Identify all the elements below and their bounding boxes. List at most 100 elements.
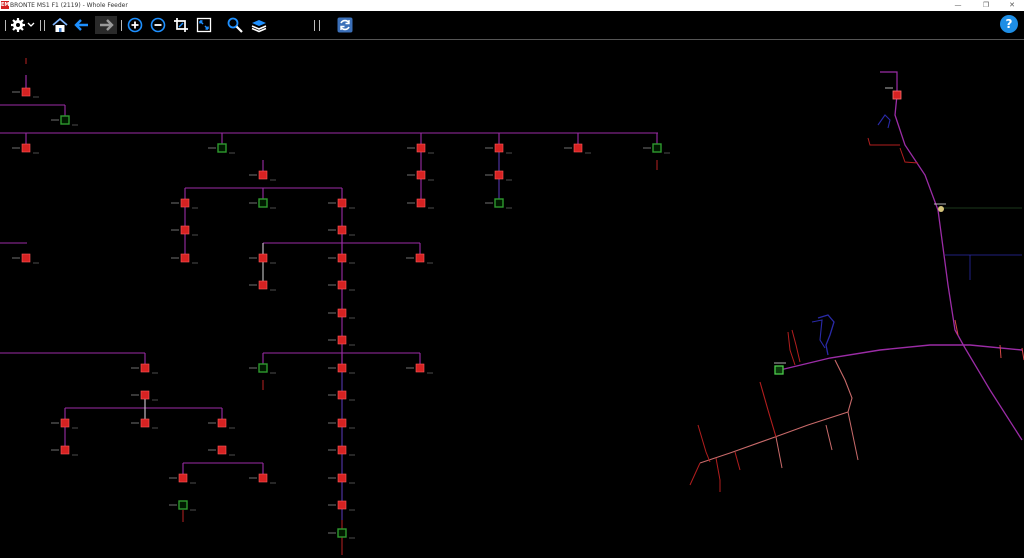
toolbar: ? bbox=[0, 11, 1024, 40]
switch-open-symbol[interactable] bbox=[494, 198, 504, 208]
switch-closed-symbol[interactable] bbox=[415, 253, 425, 263]
switch-open-symbol[interactable] bbox=[652, 143, 662, 153]
arrow-left-icon bbox=[74, 19, 88, 31]
switch-open-symbol[interactable] bbox=[178, 500, 188, 510]
switch-closed-symbol[interactable] bbox=[416, 170, 426, 180]
switch-closed-symbol[interactable] bbox=[494, 170, 504, 180]
home-icon bbox=[52, 17, 68, 32]
zoom-out-button[interactable] bbox=[149, 16, 167, 34]
switch-closed-symbol[interactable] bbox=[180, 198, 190, 208]
gear-icon bbox=[11, 18, 35, 32]
zoom-in-icon bbox=[127, 17, 143, 33]
switch-closed-symbol[interactable] bbox=[140, 390, 150, 400]
switch-closed-symbol[interactable] bbox=[573, 143, 583, 153]
minimize-button[interactable]: — bbox=[944, 0, 972, 11]
switch-closed-symbol[interactable] bbox=[337, 500, 347, 510]
maximize-button[interactable]: ❐ bbox=[972, 0, 1000, 11]
switch-closed-symbol[interactable] bbox=[337, 418, 347, 428]
switch-open-symbol[interactable] bbox=[258, 363, 268, 373]
map-line bbox=[759, 381, 777, 438]
refresh-icon bbox=[337, 17, 353, 33]
switch-closed-symbol[interactable] bbox=[337, 308, 347, 318]
map-line bbox=[894, 94, 966, 349]
switch-closed-symbol[interactable] bbox=[21, 253, 31, 263]
switch-closed-symbol[interactable] bbox=[180, 225, 190, 235]
switch-open-symbol[interactable] bbox=[258, 198, 268, 208]
map-line bbox=[877, 114, 891, 129]
crop-button[interactable] bbox=[172, 16, 190, 34]
switch-closed-symbol[interactable] bbox=[217, 445, 227, 455]
map-line bbox=[689, 462, 701, 486]
map-line bbox=[775, 436, 783, 469]
map-line bbox=[779, 344, 1023, 371]
forward-button[interactable] bbox=[95, 16, 117, 34]
toolbar-separator bbox=[121, 20, 122, 31]
app-icon: EMS bbox=[1, 1, 13, 9]
close-button[interactable]: ✕ bbox=[998, 0, 1024, 11]
refresh-button[interactable] bbox=[336, 16, 354, 34]
map-switch-open-symbol[interactable] bbox=[774, 365, 784, 375]
switch-closed-symbol[interactable] bbox=[258, 473, 268, 483]
map-line bbox=[867, 137, 900, 146]
switch-closed-symbol[interactable] bbox=[337, 198, 347, 208]
map-line bbox=[825, 424, 833, 451]
switch-closed-symbol[interactable] bbox=[258, 280, 268, 290]
fit-to-screen-button[interactable] bbox=[195, 16, 213, 34]
switch-closed-symbol[interactable] bbox=[337, 225, 347, 235]
switch-closed-symbol[interactable] bbox=[258, 253, 268, 263]
switch-closed-symbol[interactable] bbox=[60, 445, 70, 455]
switch-closed-symbol[interactable] bbox=[21, 143, 31, 153]
switch-closed-symbol[interactable] bbox=[21, 87, 31, 97]
switch-closed-symbol[interactable] bbox=[180, 253, 190, 263]
switch-closed-symbol[interactable] bbox=[337, 280, 347, 290]
map-line bbox=[699, 411, 849, 464]
map-line bbox=[999, 344, 1002, 359]
switch-closed-symbol[interactable] bbox=[258, 170, 268, 180]
map-switch-closed-symbol[interactable] bbox=[892, 90, 902, 100]
map-line bbox=[715, 457, 721, 492]
switch-closed-symbol[interactable] bbox=[217, 418, 227, 428]
feeder-diagram-canvas[interactable] bbox=[0, 40, 1024, 558]
switch-symbols bbox=[12, 87, 670, 539]
toolbar-separator bbox=[5, 20, 6, 31]
geographic-map-view[interactable] bbox=[689, 71, 1024, 492]
back-button[interactable] bbox=[73, 16, 91, 34]
switch-closed-symbol[interactable] bbox=[337, 335, 347, 345]
home-button[interactable] bbox=[51, 16, 69, 34]
switch-closed-symbol[interactable] bbox=[140, 418, 150, 428]
help-button[interactable]: ? bbox=[1000, 15, 1018, 33]
switch-closed-symbol[interactable] bbox=[337, 445, 347, 455]
arrow-right-icon bbox=[100, 19, 114, 31]
feeder-lines bbox=[0, 58, 658, 555]
zoom-in-button[interactable] bbox=[126, 16, 144, 34]
switch-closed-symbol[interactable] bbox=[416, 143, 426, 153]
switch-open-symbol[interactable] bbox=[337, 528, 347, 538]
map-line bbox=[697, 424, 711, 463]
toolbar-separator bbox=[40, 20, 41, 31]
title-bar: EMS BRONTE MS1 F1 (2119) - Whole Feeder … bbox=[0, 0, 1024, 11]
switch-closed-symbol[interactable] bbox=[337, 390, 347, 400]
switch-closed-symbol[interactable] bbox=[337, 473, 347, 483]
switch-closed-symbol[interactable] bbox=[337, 363, 347, 373]
window-title: BRONTE MS1 F1 (2119) - Whole Feeder bbox=[10, 2, 128, 9]
fit-screen-icon bbox=[196, 17, 212, 33]
switch-closed-symbol[interactable] bbox=[337, 253, 347, 263]
transformer-icon[interactable] bbox=[938, 206, 944, 212]
map-line bbox=[811, 319, 826, 349]
map-line bbox=[734, 451, 741, 471]
search-button[interactable] bbox=[226, 16, 244, 34]
switch-closed-symbol[interactable] bbox=[140, 363, 150, 373]
switch-closed-symbol[interactable] bbox=[415, 363, 425, 373]
switch-open-symbol[interactable] bbox=[217, 143, 227, 153]
search-icon bbox=[227, 17, 243, 33]
toolbar-separator bbox=[314, 20, 315, 31]
map-line bbox=[834, 359, 853, 413]
map-line bbox=[847, 411, 859, 461]
switch-closed-symbol[interactable] bbox=[60, 418, 70, 428]
switch-closed-symbol[interactable] bbox=[416, 198, 426, 208]
settings-button[interactable] bbox=[10, 16, 36, 34]
layers-button[interactable] bbox=[250, 16, 268, 34]
switch-closed-symbol[interactable] bbox=[178, 473, 188, 483]
switch-open-symbol[interactable] bbox=[60, 115, 70, 125]
switch-closed-symbol[interactable] bbox=[494, 143, 504, 153]
